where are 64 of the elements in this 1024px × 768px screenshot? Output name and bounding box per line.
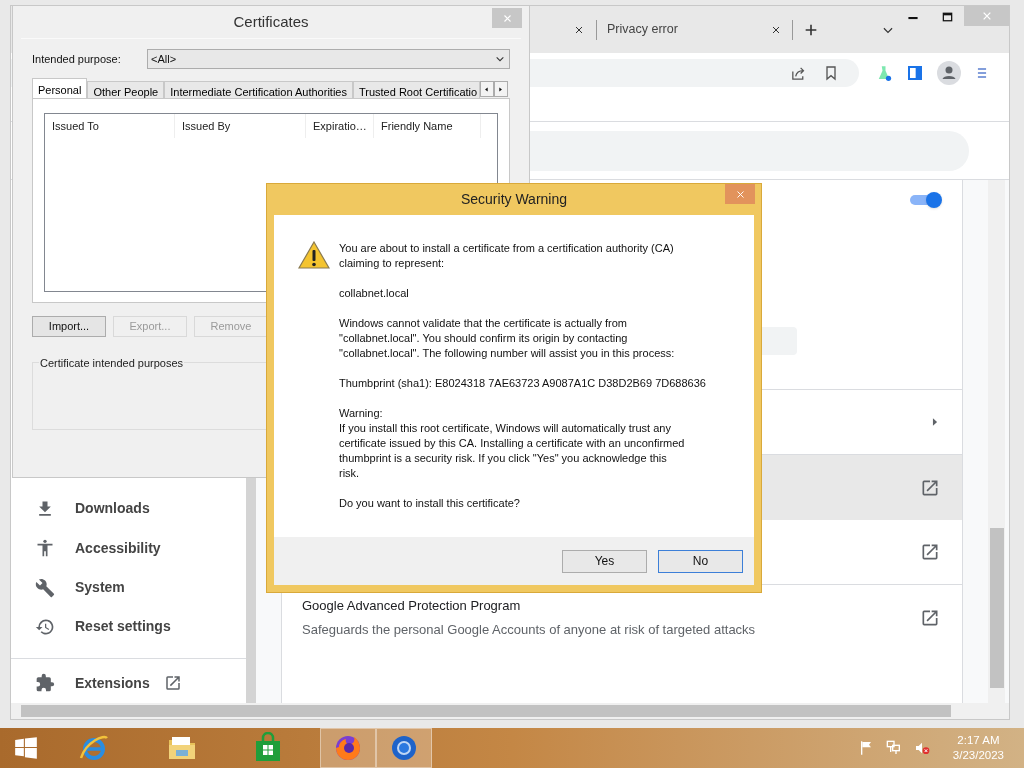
dialog-text: Windows cannot validate that the certificate is actually from (339, 316, 628, 331)
tab[interactable]: Intermediate Certification Authorities (164, 81, 353, 99)
triangle-right-icon (497, 85, 505, 93)
network-icon[interactable] (884, 740, 903, 756)
sidebar-item[interactable]: System (19, 567, 246, 608)
window-title: Security Warning (460, 190, 568, 209)
dialog-button[interactable]: Import... (32, 316, 106, 337)
dialog-text: claiming to represent: (339, 256, 446, 271)
puzzle-icon (35, 673, 55, 694)
column-header[interactable]: Issued By (175, 114, 306, 138)
toggle-switch[interactable] (910, 192, 942, 208)
window-title: Certificates (233, 11, 309, 32)
dialog-text: "collabnet.local". The following number will assist you in this process: (339, 346, 676, 361)
tab[interactable]: Other People (87, 81, 165, 99)
column-header[interactable]: Expiratio… (306, 114, 374, 138)
tab[interactable]: Personal (32, 78, 88, 99)
sidebar-item[interactable]: Accessibility (19, 528, 246, 568)
column-header[interactable]: Issued To (45, 114, 175, 138)
dialog-text: thumbprint is a security risk. If you click "Yes" you acknowledge this (339, 451, 668, 466)
dialog-text: Warning: (339, 406, 384, 421)
dialog-text: "collabnet.local". You should confirm its origin by contacting (339, 331, 629, 346)
warning-icon (298, 241, 330, 269)
dialog-text: If you install this root certificate, Windows will automatically trust any (339, 421, 672, 436)
tab[interactable]: Trusted Root Certificatio (352, 81, 480, 99)
chevron-down-icon (495, 54, 505, 64)
purpose-dropdown[interactable]: <All> (147, 49, 510, 69)
person-icon (35, 538, 55, 559)
scrollbar-thumb[interactable] (989, 528, 1004, 688)
close-icon (502, 13, 512, 23)
scrollbar-thumb[interactable] (21, 705, 951, 717)
dialog-button[interactable]: No (658, 549, 743, 573)
field-label: Intended purpose: (32, 51, 122, 67)
horizontal-scrollbar[interactable] (11, 703, 1009, 719)
dialog-text: collabnet.local (339, 286, 410, 301)
profile-icon[interactable] (937, 61, 961, 85)
triangle-right-icon (930, 417, 940, 427)
dialog-text: certificate issued by this CA. Installing a certificate with an unconfirmed (339, 436, 686, 451)
column-header[interactable]: Friendly Name (374, 114, 481, 138)
external-link-icon (920, 542, 940, 562)
bookmark-icon[interactable] (823, 65, 839, 81)
sidebar-item[interactable]: Extensions (19, 663, 246, 703)
dialog-button[interactable]: Yes (562, 549, 647, 573)
setting-description: Safeguards the personal Google Accounts of anyone at risk of targeted attacks (302, 620, 757, 639)
taskbar-app[interactable] (376, 728, 432, 768)
tab-title[interactable]: Privacy error (607, 20, 770, 39)
windows-logo-icon (13, 735, 39, 761)
sidebar-item[interactable]: Downloads (19, 489, 246, 529)
wrench-icon (35, 577, 55, 598)
dialog-text: risk. (339, 466, 361, 481)
triangle-left-icon (483, 85, 491, 93)
side-panel-icon[interactable] (907, 65, 923, 81)
dialog-text: You are about to install a certificate from a certification authority (CA) (339, 241, 675, 256)
setting-title: Google Advanced Protection Program (302, 597, 522, 615)
external-link-icon (163, 674, 182, 693)
vertical-scrollbar[interactable] (988, 180, 1005, 703)
dialog-text: Thumbprint (sha1): E8024318 7AE63723 A9087A1C D38D2B69 7D688636 (339, 376, 706, 391)
dialog-text: Do you want to install this certificate? (339, 496, 521, 511)
sidebar-item[interactable]: Reset settings (19, 607, 246, 647)
close-icon (981, 11, 992, 21)
maximize-icon[interactable] (941, 12, 953, 22)
close-icon (735, 189, 745, 199)
settings-row[interactable]: Google Advanced Protection Program Safeguards the personal Google Accounts of anyone at risk of targeted attacks (282, 585, 962, 650)
taskbar-app[interactable] (320, 728, 376, 768)
menu-icon[interactable] (975, 65, 989, 81)
